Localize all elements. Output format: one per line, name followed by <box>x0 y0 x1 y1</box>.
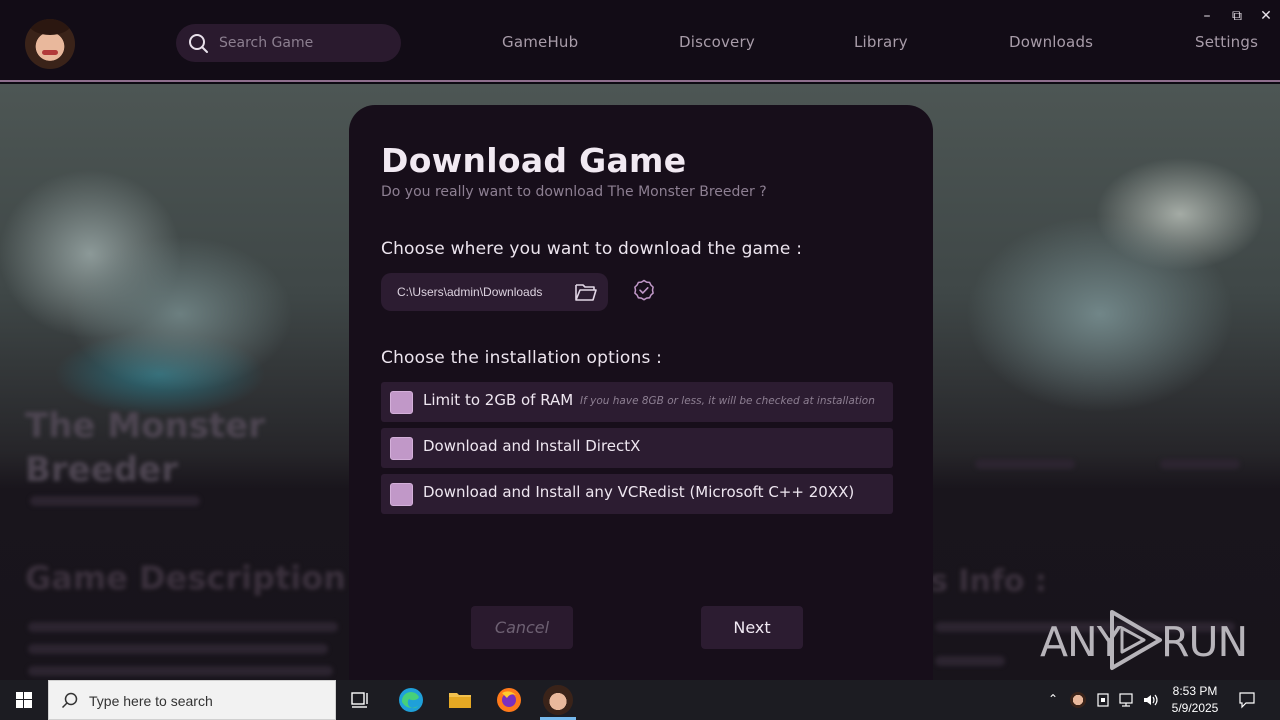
restore-button[interactable]: ⧉ <box>1227 8 1247 24</box>
clock-time: 8:53 PM <box>1172 684 1218 698</box>
options-label: Choose the installation options : <box>381 348 663 368</box>
play-logo-icon <box>1110 610 1162 670</box>
network-icon[interactable] <box>1118 692 1136 708</box>
search-icon <box>189 34 208 53</box>
location-label: Choose where you want to download the ga… <box>381 239 803 259</box>
folder-open-icon[interactable] <box>574 281 598 303</box>
search-input[interactable] <box>219 33 389 53</box>
background-title-line: Breeder <box>25 450 178 490</box>
limit-ram-checkbox[interactable] <box>390 391 413 414</box>
background-text-line <box>28 644 328 654</box>
volume-icon[interactable] <box>1142 692 1160 708</box>
file-explorer-icon[interactable] <box>445 685 475 715</box>
directx-checkbox[interactable] <box>390 437 413 460</box>
path-verified-icon <box>634 279 654 301</box>
watermark-text-right: RUN <box>1161 618 1248 666</box>
user-avatar[interactable] <box>25 19 75 69</box>
option-limit-ram[interactable]: Limit to 2GB of RAM If you have 8GB or l… <box>381 382 893 422</box>
nav-library[interactable]: Library <box>854 33 908 51</box>
cancel-button[interactable]: Cancel <box>471 606 573 649</box>
minimize-button[interactable]: – <box>1197 8 1217 24</box>
download-path-field[interactable]: C:\Users\admin\Downloads <box>381 273 608 311</box>
option-label: Download and Install DirectX <box>423 437 641 455</box>
dialog-title: Download Game <box>381 141 687 180</box>
game-app-icon[interactable] <box>543 685 573 715</box>
tray-device-icon[interactable] <box>1095 692 1111 708</box>
show-hidden-icons-chevron-icon[interactable]: ⌃ <box>1048 692 1058 706</box>
nav-downloads[interactable]: Downloads <box>1009 33 1093 51</box>
clock-date: 5/9/2025 <box>1171 701 1219 715</box>
background-description-heading: Game Description <box>25 559 347 597</box>
vcredist-checkbox[interactable] <box>390 483 413 506</box>
option-label: Limit to 2GB of RAM <box>423 391 574 409</box>
background-text-line <box>28 622 338 632</box>
taskbar-search-icon <box>61 692 78 709</box>
option-hint: If you have 8GB or less, it will be chec… <box>580 395 875 407</box>
background-text-line <box>28 666 333 676</box>
edge-browser-icon[interactable] <box>396 685 426 715</box>
task-view-icon[interactable] <box>345 685 375 715</box>
dialog-subtitle: Do you really want to download The Monst… <box>381 184 767 200</box>
background-text-line <box>1160 459 1240 469</box>
download-game-dialog: Download Game Do you really want to down… <box>349 105 933 680</box>
system-clock[interactable]: 8:53 PM 5/9/2025 <box>1160 683 1230 717</box>
option-label: Download and Install any VCRedist (Micro… <box>423 483 855 501</box>
search-box[interactable] <box>176 24 401 62</box>
download-path-text: C:\Users\admin\Downloads <box>397 285 543 299</box>
option-vcredist[interactable]: Download and Install any VCRedist (Micro… <box>381 474 893 514</box>
windows-taskbar: Type here to search ⌃ 8:53 PM 5/9/2025 <box>0 680 1280 720</box>
background-game-title: The Monster Breeder <box>25 404 265 492</box>
background-text-line <box>975 459 1075 469</box>
nav-discovery[interactable]: Discovery <box>679 33 755 51</box>
background-title-line: The Monster <box>25 406 266 446</box>
anyrun-watermark: ANY RUN <box>1038 606 1248 676</box>
nav-gamehub[interactable]: GameHub <box>502 33 578 51</box>
taskbar-search-placeholder: Type here to search <box>89 693 213 709</box>
tray-app-icon[interactable] <box>1070 692 1086 708</box>
windows-start-icon[interactable] <box>0 680 48 720</box>
firefox-icon[interactable] <box>494 685 524 715</box>
nav-settings[interactable]: Settings <box>1195 33 1258 51</box>
taskbar-search-box[interactable]: Type here to search <box>48 680 336 720</box>
background-text-line <box>935 656 1005 666</box>
top-bar: GameHub Discovery Library Downloads Sett… <box>0 0 1280 82</box>
background-text-line <box>30 496 200 506</box>
notifications-icon[interactable] <box>1238 691 1256 709</box>
option-directx[interactable]: Download and Install DirectX <box>381 428 893 468</box>
close-button[interactable]: ✕ <box>1256 8 1276 24</box>
background-info-heading: s Info : <box>930 564 1047 599</box>
next-button[interactable]: Next <box>701 606 803 649</box>
